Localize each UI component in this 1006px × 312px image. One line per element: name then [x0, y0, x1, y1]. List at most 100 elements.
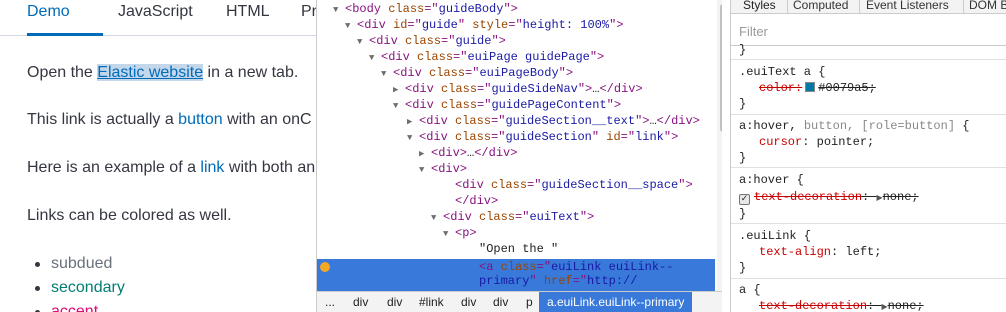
dom-token: =": [491, 130, 506, 144]
property-name: text-decoration: [754, 190, 863, 204]
dom-node-guide-inner[interactable]: ▼ <div class="guide">: [317, 33, 715, 49]
dom-node-anchor-selected-cont[interactable]: primary" href="http://: [317, 273, 715, 289]
dom-token: </div>: [599, 82, 643, 96]
tab-demo[interactable]: Demo: [27, 2, 70, 22]
expand-triangle-icon[interactable]: ▶: [407, 114, 419, 130]
button-link[interactable]: button: [178, 111, 222, 128]
tab-html[interactable]: HTML: [226, 2, 270, 22]
dom-node-paragraph[interactable]: ▼ <p>: [317, 225, 715, 241]
rule-declaration[interactable]: ✓ text-decoration: ▶none;: [739, 189, 919, 205]
expand-triangle-icon[interactable]: ▶: [419, 146, 431, 162]
breadcrumb-item[interactable]: p: [526, 295, 533, 309]
tab-styles[interactable]: Styles: [743, 0, 776, 13]
devtools-styles-pane: Styles Computed Event Listeners DOM B Fi…: [730, 0, 1006, 312]
dom-token: ">: [589, 50, 605, 64]
collapse-triangle-icon[interactable]: ▼: [407, 130, 419, 146]
dom-token: <div: [419, 130, 456, 144]
collapse-triangle-icon[interactable]: ▼: [431, 210, 443, 226]
rule-declaration[interactable]: text-decoration: ▶none;: [759, 298, 924, 312]
expand-triangle-icon[interactable]: ▶: [393, 82, 405, 98]
rule-declaration[interactable]: color: #0079a5;: [759, 80, 876, 96]
dom-token: class: [405, 34, 442, 48]
collapse-triangle-icon[interactable]: ▼: [419, 162, 431, 178]
dom-token: =": [572, 274, 588, 288]
dom-node-side-nav[interactable]: ▶ <div class="guideSideNav">…</div>: [317, 81, 715, 97]
tab-dom-breakpoints[interactable]: DOM B: [969, 0, 1006, 13]
dom-token: =": [441, 34, 456, 48]
breadcrumb-item[interactable]: ...: [325, 295, 335, 309]
collapse-triangle-icon[interactable]: ▼: [393, 98, 405, 114]
dom-token: href: [543, 274, 573, 288]
dom-node-div[interactable]: ▼ <div>: [317, 161, 715, 177]
active-tab-indicator: [27, 33, 103, 36]
demo-page: Demo JavaScript HTML Pr Open the Elastic…: [0, 0, 316, 312]
dom-node-div-collapsed[interactable]: ▶ <div>…</div>: [317, 145, 715, 161]
dom-node-eui-page[interactable]: ▼ <div class="euiPage guidePage">: [317, 49, 715, 65]
elastic-website-link[interactable]: Elastic website: [97, 64, 204, 81]
dom-token: guidePageContent: [491, 98, 607, 112]
tab-computed[interactable]: Computed: [793, 0, 848, 13]
rule-declaration[interactable]: cursor: pointer;: [759, 134, 874, 150]
dom-node-eui-text[interactable]: ▼ <div class="euiText">: [317, 209, 715, 225]
rule-divider: [731, 114, 1006, 115]
dom-token: class: [479, 210, 516, 224]
dom-node-section-text[interactable]: ▶ <div class="guideSection__text">…</div>: [317, 113, 715, 129]
color-swatch-icon[interactable]: [805, 82, 816, 92]
breadcrumb-item[interactable]: div: [387, 295, 402, 309]
dom-token: guideSideNav: [491, 82, 578, 96]
breadcrumb-item[interactable]: #link: [419, 295, 444, 309]
rule-selector[interactable]: a:hover {: [739, 172, 804, 188]
rule-selector[interactable]: .euiLink {: [739, 228, 811, 244]
tab-event-listeners[interactable]: Event Listeners: [866, 0, 949, 13]
tab-props[interactable]: Pr: [301, 2, 316, 22]
dom-tree-scrollbar[interactable]: [720, 4, 722, 132]
rule-divider: [731, 278, 1006, 279]
rule-selector[interactable]: a {: [739, 282, 761, 298]
dom-token: </div>: [474, 146, 518, 160]
collapse-triangle-icon[interactable]: ▼: [443, 226, 455, 242]
paragraph-elastic: Open the Elastic website in a new tab.: [27, 63, 298, 83]
collapse-triangle-icon[interactable]: ▼: [369, 50, 381, 66]
dom-node-close-div[interactable]: </div>: [317, 193, 715, 209]
dom-node-section-space[interactable]: <div class="guideSection__space">: [317, 177, 715, 193]
breadcrumb-item[interactable]: div: [493, 295, 508, 309]
dom-token: </div>: [455, 194, 499, 208]
subdued-link[interactable]: subdued: [35, 254, 125, 278]
dom-node-page-body[interactable]: ▼ <div class="euiPageBody">: [317, 65, 715, 81]
secondary-link[interactable]: secondary: [35, 278, 125, 302]
dom-token: link: [635, 130, 664, 144]
rule-selector[interactable]: .euiText a {: [739, 64, 825, 80]
property-name: cursor: [759, 135, 803, 149]
checkmark-icon[interactable]: ✓: [739, 194, 750, 205]
dom-node-guide-div[interactable]: ▼ <div id="guide" style="height: 100%">: [317, 17, 715, 33]
dom-node-section-link[interactable]: ▼ <div class="guideSection" id="link">: [317, 129, 715, 145]
devtools-elements-panel: ▼ <body class="guideBody"> ▼ <div id="guide…: [316, 0, 722, 312]
example-link[interactable]: link: [200, 159, 224, 176]
collapse-triangle-icon[interactable]: ▼: [345, 18, 357, 34]
dom-node-body[interactable]: ▼ <body class="guideBody">: [317, 1, 715, 17]
dom-token: =": [536, 260, 552, 274]
dom-token: class: [441, 98, 478, 112]
styles-filter-input[interactable]: Filter: [739, 24, 768, 39]
collapse-triangle-icon[interactable]: ▼: [381, 66, 393, 82]
breadcrumb-item[interactable]: div: [353, 295, 368, 309]
property-value: none;: [887, 299, 924, 312]
dom-node-page-content[interactable]: ▼ <div class="guidePageContent">: [317, 97, 715, 113]
selector-text-unmatched: button, [role=button]: [803, 119, 956, 133]
rule-selector[interactable]: a:hover, button, [role=button] {: [739, 118, 969, 134]
collapse-triangle-icon[interactable]: ▼: [357, 34, 369, 50]
dom-token: <body: [345, 2, 389, 16]
accent-link[interactable]: accent: [35, 302, 125, 312]
breadcrumb-item[interactable]: div: [461, 295, 476, 309]
breadcrumb-item-selected[interactable]: a.euiLink.euiLink--primary: [539, 292, 693, 312]
collapse-triangle-icon[interactable]: ▼: [333, 2, 345, 18]
dom-node-text[interactable]: "Open the ": [317, 241, 715, 257]
rule-declaration[interactable]: text-align: left;: [759, 244, 881, 260]
dom-token: style: [472, 18, 509, 32]
dom-token: class: [388, 2, 425, 16]
dom-token: ">: [577, 82, 593, 96]
dom-token: ">: [663, 130, 679, 144]
dom-token: ">: [503, 2, 518, 16]
dom-token: ">: [609, 18, 624, 32]
tab-javascript[interactable]: JavaScript: [118, 2, 193, 22]
